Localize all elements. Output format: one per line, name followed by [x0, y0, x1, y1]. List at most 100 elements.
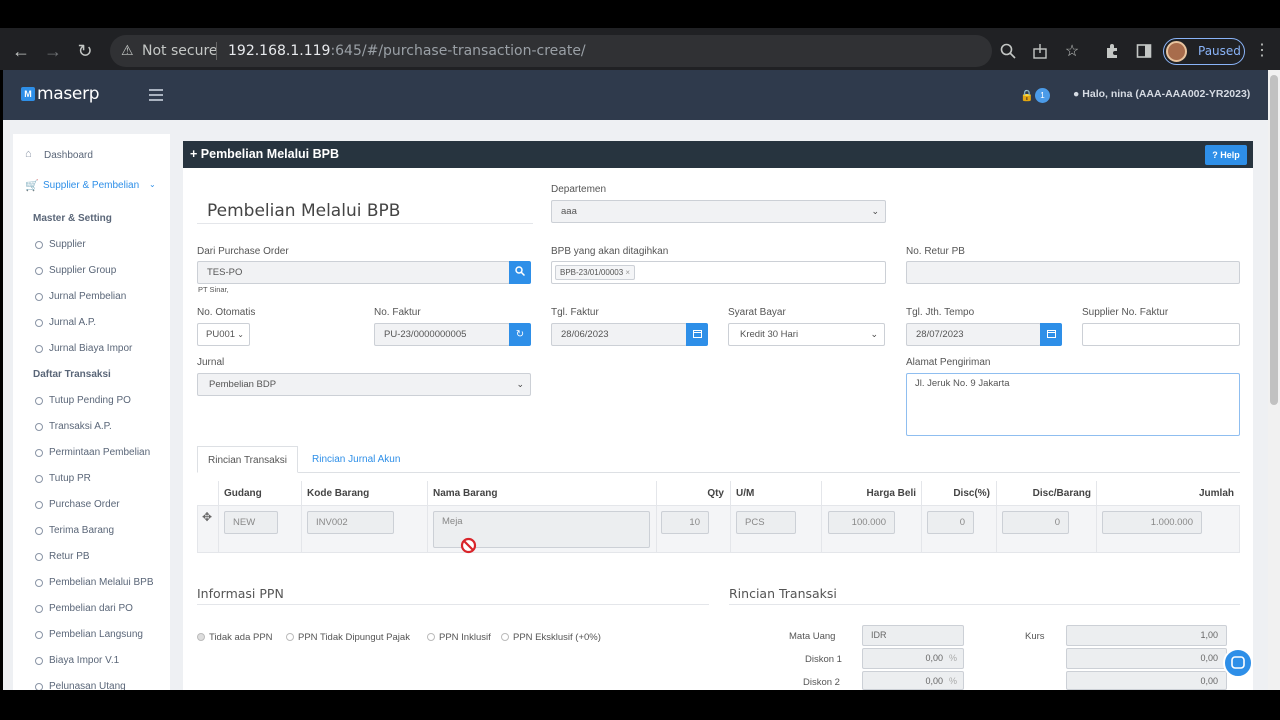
jurnal-select[interactable]: Pembelian BDP ⌄ [197, 373, 531, 396]
um-input[interactable]: PCS [736, 511, 796, 534]
tgl-faktur-input[interactable]: 28/06/2023 [551, 323, 687, 346]
help-label: Help [1220, 150, 1240, 160]
sidebar-item-label: Pelunasan Utang [49, 681, 126, 690]
gudang-input[interactable]: NEW [224, 511, 278, 534]
po-label: Dari Purchase Order [197, 246, 289, 257]
forward-icon[interactable]: → [41, 42, 65, 60]
harga-beli-input[interactable]: 100.000 [828, 511, 895, 534]
col-qty: Qty [707, 488, 724, 499]
calendar-icon [1046, 330, 1056, 338]
disc-barang-input[interactable]: 0 [1002, 511, 1069, 534]
hamburger-menu-icon[interactable] [149, 89, 163, 104]
alamat-textarea[interactable]: Jl. Jeruk No. 9 Jakarta [906, 373, 1240, 436]
tempo-input[interactable]: 28/07/2023 [906, 323, 1041, 346]
otomatis-dropdown[interactable]: PU001 ⌄ [197, 323, 250, 346]
lock-icon[interactable]: 🔒 [1020, 89, 1034, 102]
syarat-label: Syarat Bayar [728, 307, 786, 318]
zoom-icon[interactable] [1000, 43, 1016, 59]
faktur-input[interactable]: PU-23/0000000005 [374, 323, 510, 346]
warning-icon[interactable]: ⚠ [121, 42, 134, 59]
refresh-button[interactable]: ↻ [509, 323, 531, 346]
url-host: 192.168.1.119 [228, 43, 331, 59]
user-menu[interactable]: ● Halo, nina (AAA-AAA002-YR2023) [1073, 88, 1250, 100]
kurs-input[interactable]: 1,00 [1066, 625, 1227, 646]
radio-ppn-tidak-dipungut[interactable]: PPN Tidak Dipungut Pajak [286, 632, 410, 643]
radio-ppn-inklusif[interactable]: PPN Inklusif [427, 632, 491, 643]
column-divider [730, 481, 731, 553]
share-icon[interactable] [1032, 43, 1048, 59]
home-icon: ⌂ [25, 148, 32, 160]
calendar-button[interactable] [1040, 323, 1062, 346]
sidebar: ⌂ Dashboard 🛒 Supplier & Pembelian ⌄ Mas… [13, 134, 170, 690]
mata-uang-input[interactable]: IDR [862, 625, 964, 646]
circle-icon [35, 319, 43, 327]
ppn-section-title: Informasi PPN [197, 586, 284, 601]
search-button[interactable] [509, 261, 531, 284]
supplier-faktur-input[interactable] [1082, 323, 1240, 346]
sidebar-item-label: Jurnal Pembelian [49, 291, 127, 302]
bpb-tag[interactable]: BPB-23/01/00003 × [555, 265, 636, 280]
sidebar-item-pelunasan-utang[interactable]: Pelunasan Utang [13, 681, 170, 690]
sidebar-item-label: Terima Barang [49, 525, 115, 536]
calendar-button[interactable] [686, 323, 708, 346]
reload-icon[interactable]: ↻ [73, 42, 97, 60]
po-input[interactable]: TES-PO [197, 261, 510, 284]
notification-badge[interactable]: 1 [1035, 88, 1050, 103]
scrollbar-thumb[interactable] [1270, 75, 1278, 405]
browser-menu-icon[interactable]: ⋮ [1250, 42, 1274, 60]
departemen-select[interactable]: aaa ⌄ [551, 200, 886, 223]
tab-rincian-transaksi[interactable]: Rincian Transaksi [197, 446, 298, 473]
back-icon[interactable]: ← [9, 42, 33, 60]
circle-icon [35, 267, 43, 275]
chevron-down-icon: ⌄ [149, 180, 156, 189]
side-panel-icon[interactable] [1136, 43, 1152, 59]
not-secure-label[interactable]: Not secure [142, 43, 218, 59]
col-nama-barang: Nama Barang [433, 488, 498, 499]
paused-label: Paused [1198, 44, 1241, 58]
user-label: Halo, nina (AAA-AAA002-YR2023) [1082, 88, 1251, 100]
radio-tidak-ada-ppn[interactable]: Tidak ada PPN [197, 632, 273, 643]
disc-pct-input[interactable]: 0 [927, 511, 974, 534]
circle-icon [35, 423, 43, 431]
circle-icon [35, 657, 43, 665]
bpb-tag-label: BPB-23/01/00003 [560, 268, 624, 277]
sidebar-item-label: Pembelian Melalui BPB [49, 577, 154, 588]
radio-circle [427, 633, 435, 641]
retur-input[interactable] [906, 261, 1240, 284]
col-jumlah: Jumlah [1198, 488, 1234, 499]
jumlah-input[interactable]: 1.000.000 [1102, 511, 1202, 534]
circle-icon [35, 475, 43, 483]
radio-circle [286, 633, 294, 641]
extensions-icon[interactable] [1104, 43, 1120, 59]
sidebar-section-label: Master & Setting [33, 213, 112, 224]
not-allowed-cursor-icon [460, 537, 477, 554]
kode-barang-input[interactable]: INV002 [307, 511, 394, 534]
diskon2-amount-input[interactable]: 0,00 [1066, 671, 1227, 690]
section-divider [729, 604, 1240, 605]
diskon1-input[interactable]: 0,00% [862, 648, 964, 669]
drag-handle-icon[interactable]: ✥ [202, 510, 212, 524]
url-text[interactable]: 192.168.1.119:645/#/purchase-transaction… [228, 43, 586, 59]
tempo-label: Tgl. Jth. Tempo [906, 307, 975, 318]
help-button[interactable]: ? Help [1205, 145, 1247, 165]
col-gudang: Gudang [224, 488, 262, 499]
circle-icon [35, 449, 43, 457]
sidebar-item-label: Supplier & Pembelian [43, 180, 140, 191]
logo-text[interactable]: maserp [37, 84, 100, 104]
diskon1-amount-input[interactable]: 0,00 [1066, 648, 1227, 669]
diskon2-input[interactable]: 0,00% [862, 671, 964, 690]
syarat-select[interactable]: Kredit 30 Hari ⌄ [728, 323, 885, 346]
faktur-value: PU-23/0000000005 [384, 329, 467, 340]
bpb-multiselect[interactable]: BPB-23/01/00003 × [551, 261, 886, 284]
close-icon[interactable]: × [625, 268, 630, 277]
logo-mark: M [21, 87, 35, 101]
tab-rincian-jurnal-akun[interactable]: Rincian Jurnal Akun [302, 446, 410, 473]
sidebar-item-label: Purchase Order [49, 499, 120, 510]
chat-widget-button[interactable] [1223, 648, 1253, 678]
col-kode-barang: Kode Barang [307, 488, 370, 499]
radio-ppn-eksklusif[interactable]: PPN Eksklusif (+0%) [501, 632, 601, 643]
sidebar-item-label: Supplier [49, 239, 86, 250]
qty-input[interactable]: 10 [661, 511, 709, 534]
bookmark-star-icon[interactable]: ☆ [1060, 43, 1084, 61]
sidebar-item-label: Tutup PR [49, 473, 91, 484]
